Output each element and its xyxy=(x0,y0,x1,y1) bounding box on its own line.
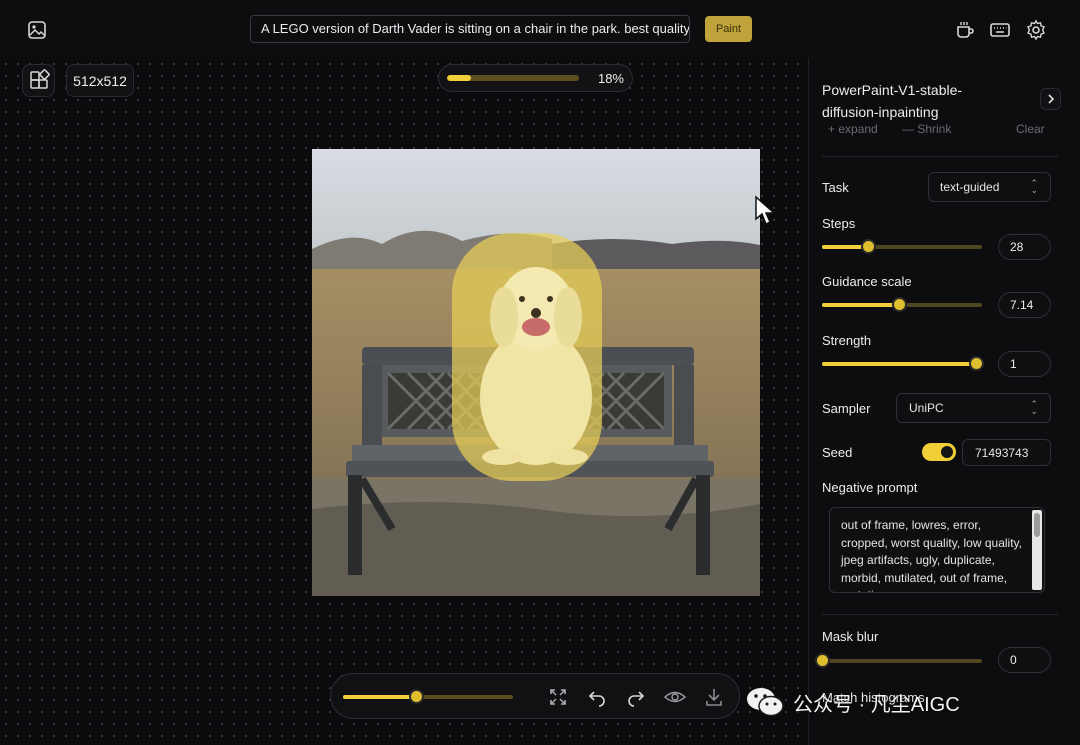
guidance-slider-knob[interactable] xyxy=(891,297,907,312)
brush-size-slider[interactable] xyxy=(343,689,513,704)
strength-slider-knob[interactable] xyxy=(968,356,984,371)
expand-button[interactable]: + expand xyxy=(828,122,878,136)
keyboard-icon[interactable] xyxy=(988,18,1012,42)
scrollbar-thumb[interactable] xyxy=(1034,513,1040,537)
divider xyxy=(822,156,1058,157)
task-value: text-guided xyxy=(940,180,1000,194)
divider xyxy=(822,614,1058,615)
mask-blur-label: Mask blur xyxy=(822,629,879,644)
seed-value: 71493743 xyxy=(975,445,1029,460)
bottom-toolbar xyxy=(330,673,740,719)
sampler-label: Sampler xyxy=(822,401,871,416)
negative-prompt-text: out of frame, lowres, error, cropped, wo… xyxy=(841,518,1022,592)
task-select[interactable]: text-guided ⌃ ⌄ xyxy=(928,172,1051,202)
sampler-select[interactable]: UniPC ⌃ ⌄ xyxy=(896,393,1051,423)
steps-slider[interactable] xyxy=(822,239,982,254)
model-name: PowerPaint-V1-stable-diffusion-inpaintin… xyxy=(822,82,963,120)
strength-slider[interactable] xyxy=(822,356,984,371)
steps-label: Steps xyxy=(822,216,856,231)
seed-toggle[interactable] xyxy=(922,443,956,461)
redo-icon[interactable] xyxy=(625,686,647,708)
editing-image[interactable] xyxy=(312,149,760,596)
strength-slider-fill xyxy=(822,362,976,366)
chevron-updown-icon: ⌃ ⌄ xyxy=(1030,399,1038,416)
progress-track xyxy=(447,75,579,81)
layout-toggle-button[interactable] xyxy=(22,64,55,97)
prompt-input[interactable]: A LEGO version of Darth Vader is sitting… xyxy=(250,15,690,43)
brush-size-fill xyxy=(343,695,417,699)
chevron-right-icon xyxy=(1047,94,1054,104)
brush-size-knob[interactable] xyxy=(409,689,425,704)
task-label: Task xyxy=(822,180,849,195)
wechat-icon xyxy=(747,688,784,717)
coffee-icon[interactable] xyxy=(953,18,977,42)
guidance-slider[interactable] xyxy=(822,297,982,312)
chevron-updown-icon: ⌃ ⌄ xyxy=(1030,178,1038,195)
collapse-panel-button[interactable] xyxy=(1040,88,1061,110)
fullscreen-icon[interactable] xyxy=(547,686,569,708)
guidance-slider-fill xyxy=(822,303,899,307)
clear-button[interactable]: Clear xyxy=(1016,122,1045,136)
seed-input[interactable]: 71493743 xyxy=(962,439,1051,466)
image-icon[interactable] xyxy=(26,19,48,41)
negative-prompt-textarea[interactable]: out of frame, lowres, error, cropped, wo… xyxy=(829,507,1045,593)
seed-label: Seed xyxy=(822,445,853,460)
mask-blur-slider[interactable] xyxy=(815,653,982,668)
image-size-label: 512x512 xyxy=(73,72,127,89)
generation-progress: 18% xyxy=(438,64,633,92)
negative-prompt-scrollbar[interactable] xyxy=(1032,510,1042,590)
settings-icon[interactable] xyxy=(1024,18,1048,42)
progress-fill xyxy=(447,75,471,81)
mask-blur-input[interactable]: 0 xyxy=(998,647,1051,673)
guidance-input[interactable]: 7.14 xyxy=(998,292,1051,318)
layers-icon xyxy=(30,69,50,89)
download-icon[interactable] xyxy=(703,686,725,708)
image-size-badge: 512x512 xyxy=(66,64,134,97)
shrink-button[interactable]: — Shrink xyxy=(902,122,951,136)
partial-buttons-row: + expand — Shrink Clear xyxy=(822,120,1058,142)
progress-percent: 18% xyxy=(597,71,624,86)
paint-button[interactable]: Paint xyxy=(705,16,752,42)
toggle-dot xyxy=(941,446,953,458)
steps-input[interactable]: 28 xyxy=(998,234,1051,260)
undo-icon[interactable] xyxy=(586,686,608,708)
mouse-cursor-icon xyxy=(755,195,776,226)
watermark-text: 公众号 · 凡尘AIGC xyxy=(793,693,960,716)
watermark: 公众号 · 凡尘AIGC xyxy=(745,682,1045,722)
eye-icon[interactable] xyxy=(664,686,686,708)
negative-prompt-label: Negative prompt xyxy=(822,480,918,495)
strength-label: Strength xyxy=(822,333,872,348)
mask-blur-slider-knob[interactable] xyxy=(815,653,830,668)
sampler-value: UniPC xyxy=(909,401,944,415)
strength-input[interactable]: 1 xyxy=(998,351,1051,377)
top-bar: A LEGO version of Darth Vader is sitting… xyxy=(0,0,1080,59)
guidance-label: Guidance scale xyxy=(822,274,912,289)
